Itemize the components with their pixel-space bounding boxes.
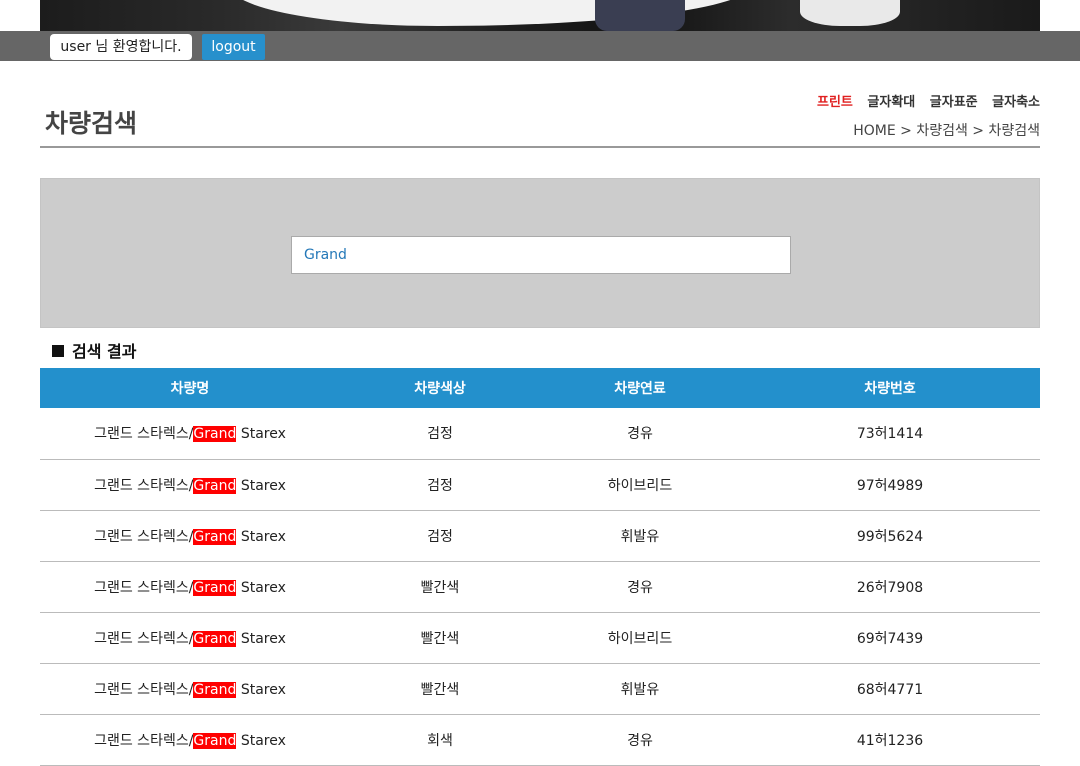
vehicle-name-cell: 그랜드 스타렉스/Grand Starex bbox=[94, 579, 286, 596]
vehicle-color-cell: 빨간색 bbox=[420, 630, 460, 647]
table-row[interactable]: 그랜드 스타렉스/Grand Starex 검정 휘발유 99허5624 bbox=[40, 510, 1040, 561]
vehicle-plate-cell: 97허4989 bbox=[856, 477, 924, 494]
vehicle-color-cell: 검정 bbox=[427, 528, 453, 545]
table-row[interactable]: 그랜드 스타렉스/Grand Starex 검정 하이브리드 97허4989 bbox=[40, 459, 1040, 510]
logout-button[interactable]: logout bbox=[202, 34, 265, 60]
vehicle-fuel-cell: 경유 bbox=[627, 579, 653, 596]
search-highlight: Grand bbox=[193, 528, 237, 545]
square-bullet-icon bbox=[52, 345, 64, 357]
page-title: 차량검색 bbox=[45, 109, 138, 138]
search-input[interactable] bbox=[291, 236, 791, 274]
font-shrink-button[interactable]: 글자축소 bbox=[992, 95, 1040, 110]
table-row[interactable]: 그랜드 스타렉스/Grand Starex 빨간색 휘발유 68허4771 bbox=[40, 663, 1040, 714]
column-header-name[interactable]: 차량명 bbox=[40, 368, 340, 408]
table-row[interactable]: 그랜드 스타렉스/Grand Starex 빨간색 하이브리드 69허7439 bbox=[40, 612, 1040, 663]
vehicle-name-cell: 그랜드 스타렉스/Grand Starex bbox=[94, 477, 286, 494]
vehicle-plate-cell: 41허1236 bbox=[856, 732, 924, 749]
search-panel bbox=[40, 178, 1040, 328]
vehicle-plate-cell: 73허1414 bbox=[856, 426, 924, 443]
vehicle-color-cell: 빨간색 bbox=[420, 579, 460, 596]
search-highlight: Grand bbox=[193, 681, 237, 698]
welcome-message: user 님 환영합니다. bbox=[50, 34, 192, 60]
vehicle-name-cell: 그랜드 스타렉스/Grand Starex bbox=[94, 630, 286, 647]
vehicle-name-cell: 그랜드 스타렉스/Grand Starex bbox=[94, 426, 286, 443]
column-header-fuel[interactable]: 차량연료 bbox=[540, 368, 740, 408]
table-row[interactable]: 그랜드 스타렉스/Grand Starex 회색 경유 41허1236 bbox=[40, 714, 1040, 765]
top-banner bbox=[0, 0, 1080, 31]
title-divider bbox=[40, 146, 1040, 148]
vehicle-plate-cell: 69허7439 bbox=[856, 630, 924, 647]
car-image-side bbox=[800, 0, 900, 26]
search-highlight: Grand bbox=[193, 579, 237, 596]
banner-image bbox=[40, 0, 1040, 31]
search-highlight: Grand bbox=[193, 426, 237, 443]
user-bar: user 님 환영합니다. logout bbox=[0, 31, 1080, 61]
vehicle-plate-cell: 68허4771 bbox=[856, 681, 924, 698]
vehicle-color-cell: 검정 bbox=[427, 477, 453, 494]
vehicle-color-cell: 빨간색 bbox=[420, 681, 460, 698]
vehicle-plate-cell: 99허5624 bbox=[856, 528, 924, 545]
font-default-button[interactable]: 글자표준 bbox=[930, 95, 978, 110]
search-highlight: Grand bbox=[193, 477, 237, 494]
table-header-row: 차량명 차량색상 차량연료 차량번호 bbox=[40, 368, 1040, 408]
column-header-color[interactable]: 차량색상 bbox=[340, 368, 540, 408]
results-table: 차량명 차량색상 차량연료 차량번호 그랜드 스타렉스/Grand Starex… bbox=[40, 368, 1040, 766]
breadcrumb: HOME > 차량검색 > 차량검색 bbox=[853, 123, 1040, 139]
vehicle-fuel-cell: 경유 bbox=[627, 732, 653, 749]
table-row[interactable]: 그랜드 스타렉스/Grand Starex 검정 경유 73허1414 bbox=[40, 408, 1040, 459]
column-header-plate[interactable]: 차량번호 bbox=[740, 368, 1040, 408]
font-enlarge-button[interactable]: 글자확대 bbox=[867, 95, 915, 110]
vehicle-fuel-cell: 휘발유 bbox=[620, 528, 660, 545]
vehicle-fuel-cell: 하이브리드 bbox=[607, 630, 673, 647]
vehicle-fuel-cell: 경유 bbox=[627, 426, 653, 443]
vehicle-fuel-cell: 하이브리드 bbox=[607, 477, 673, 494]
vehicle-color-cell: 회색 bbox=[427, 732, 453, 749]
vehicle-plate-cell: 26허7908 bbox=[856, 579, 924, 596]
vehicle-color-cell: 검정 bbox=[427, 426, 453, 443]
results-heading-text: 검색 결과 bbox=[72, 342, 137, 361]
text-tools: 프린트 글자확대 글자표준 글자축소 bbox=[807, 91, 1040, 110]
vehicle-fuel-cell: 휘발유 bbox=[620, 681, 660, 698]
results-heading: 검색 결과 bbox=[52, 338, 136, 362]
print-button[interactable]: 프린트 bbox=[817, 95, 853, 110]
search-highlight: Grand bbox=[193, 630, 237, 647]
vehicle-name-cell: 그랜드 스타렉스/Grand Starex bbox=[94, 528, 286, 545]
search-highlight: Grand bbox=[193, 732, 237, 749]
person-image bbox=[595, 0, 685, 31]
table-row[interactable]: 그랜드 스타렉스/Grand Starex 빨간색 경유 26허7908 bbox=[40, 561, 1040, 612]
vehicle-name-cell: 그랜드 스타렉스/Grand Starex bbox=[94, 681, 286, 698]
vehicle-name-cell: 그랜드 스타렉스/Grand Starex bbox=[94, 732, 286, 749]
